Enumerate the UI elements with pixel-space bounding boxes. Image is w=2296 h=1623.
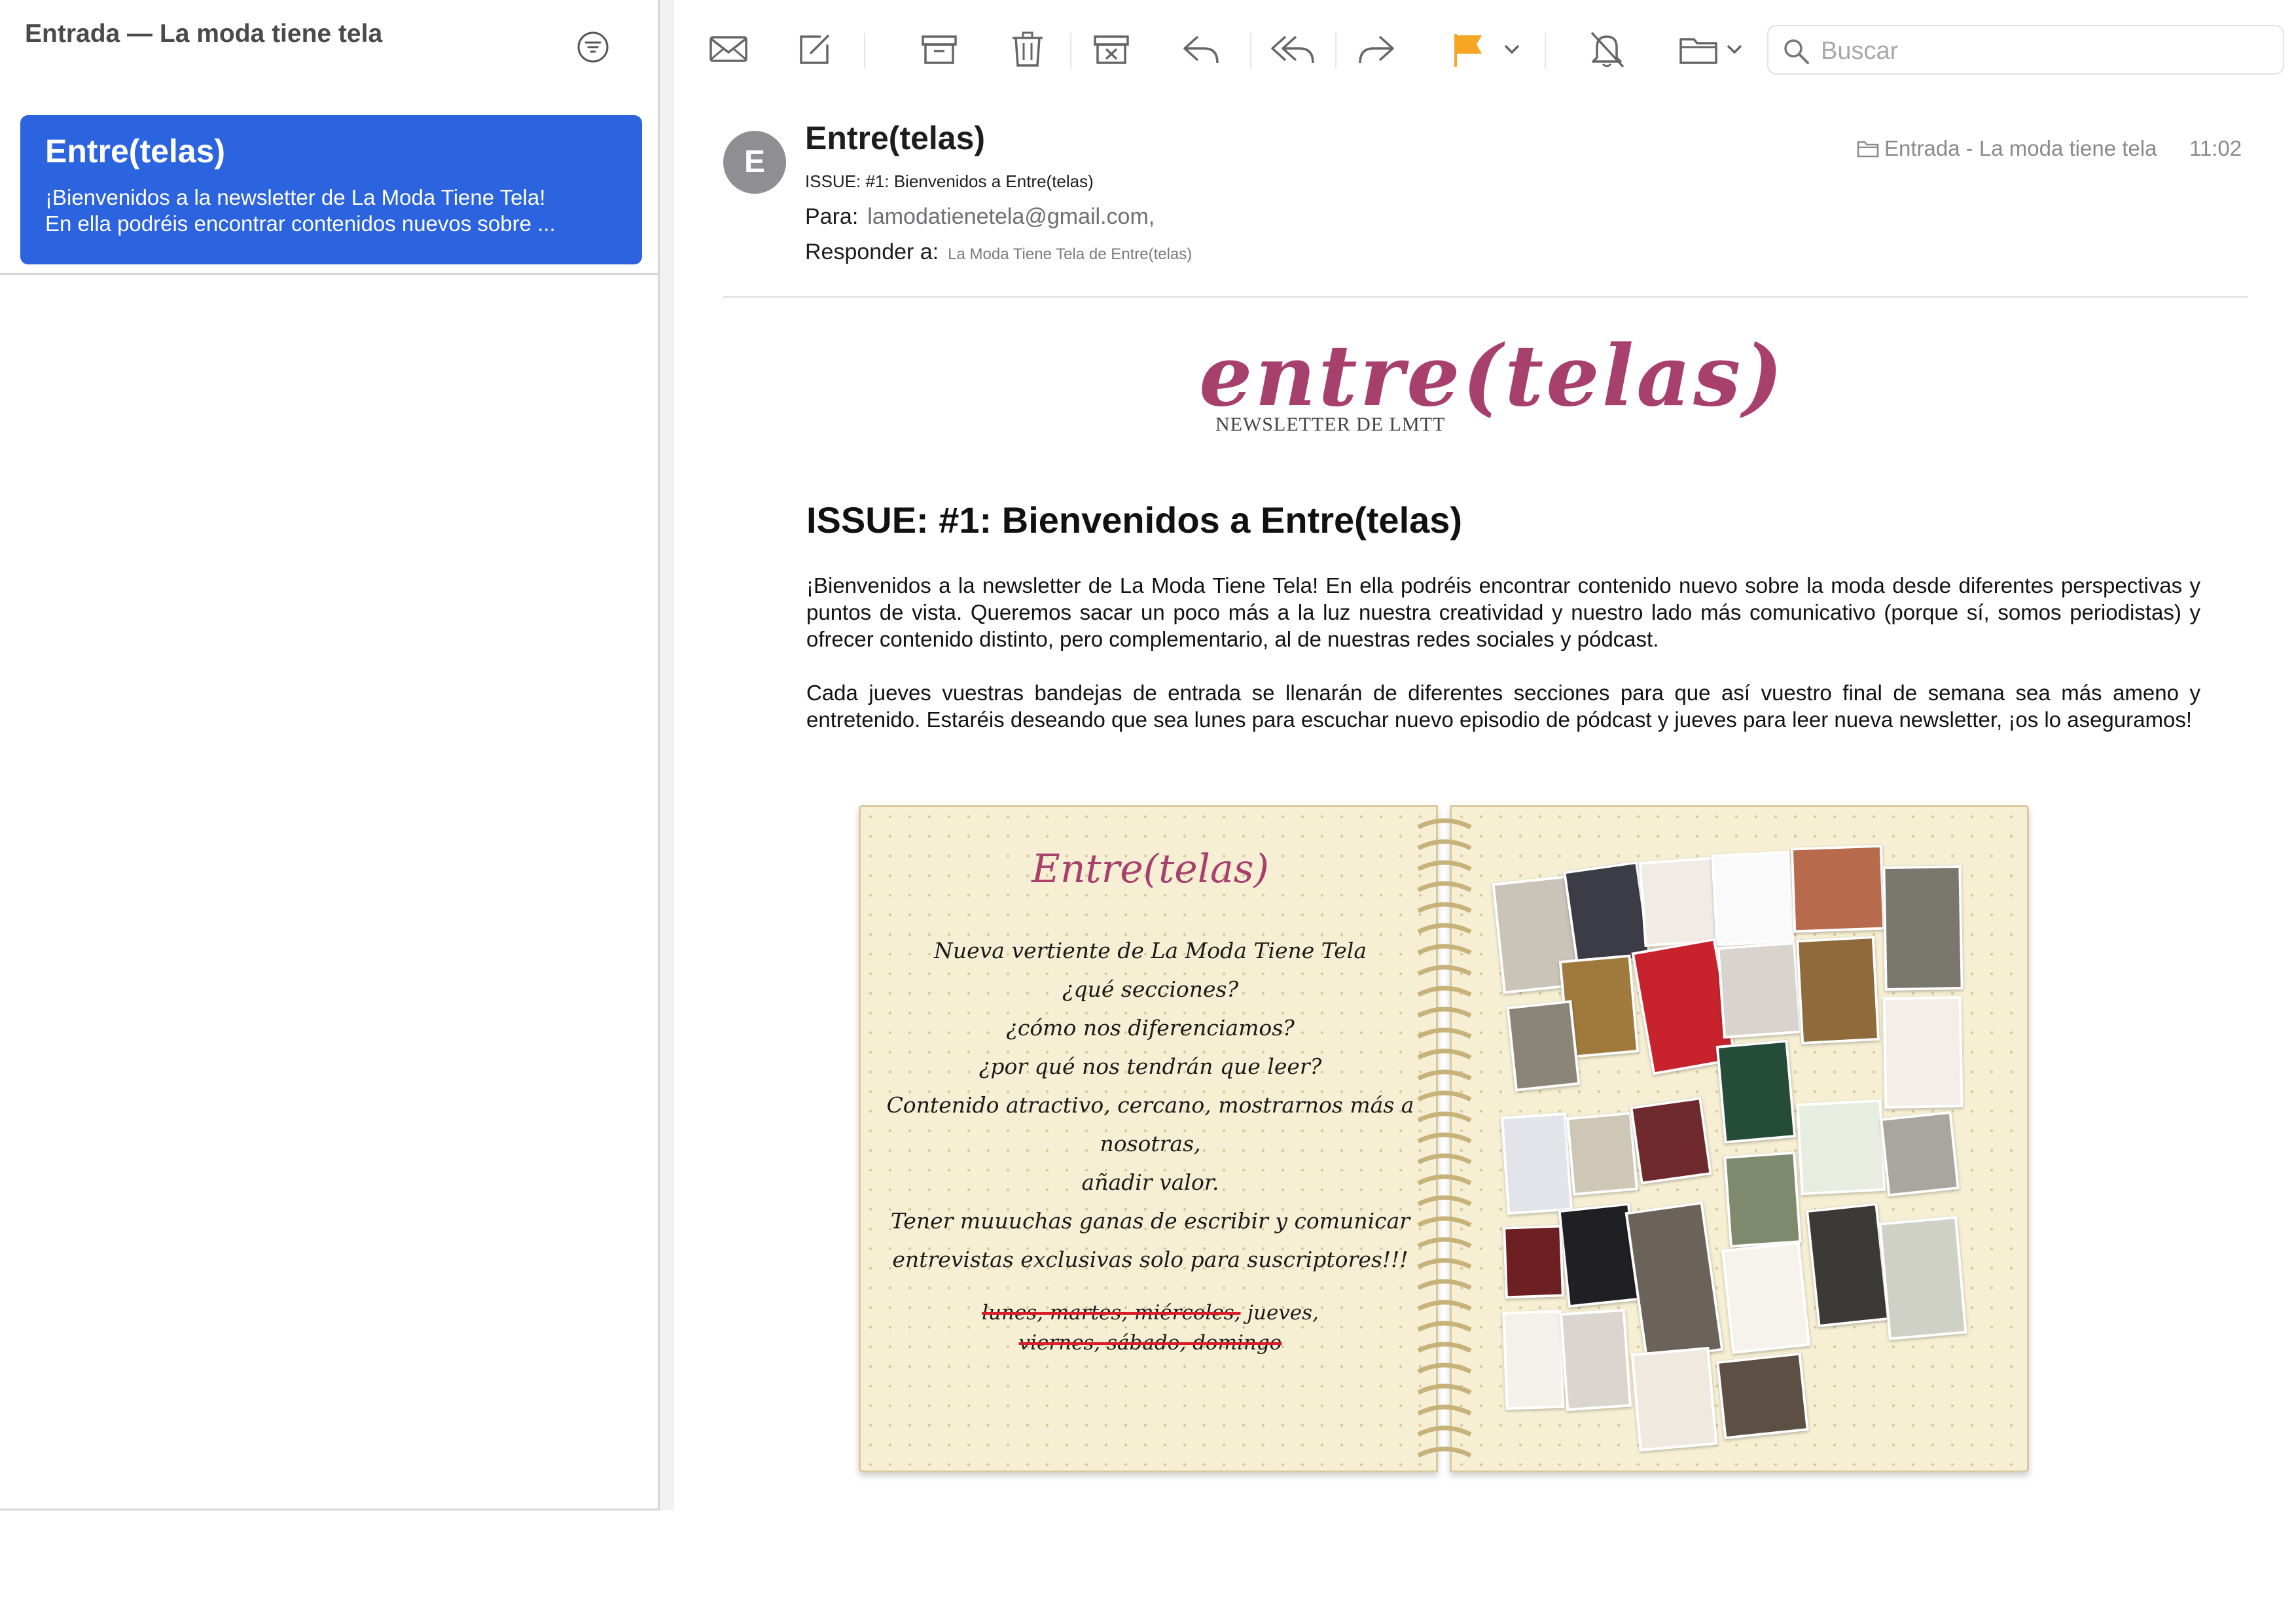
to-address[interactable]: lamodatienetela@gmail.com, [867, 204, 1155, 229]
collage-photo [1638, 856, 1723, 948]
notebook-line: Nueva vertiente de La Moda Tiene Tela [933, 938, 1367, 963]
search-input[interactable] [1820, 33, 2267, 69]
forward-icon[interactable] [1354, 26, 1399, 72]
collage-photo [1880, 1111, 1960, 1197]
notebook-line: Contenido atractivo, cercano, mostrarnos… [886, 1092, 1414, 1156]
folder-icon[interactable] [1676, 26, 1721, 72]
notebook-title: Entre(telas) [1031, 846, 1269, 892]
newsletter-title: ISSUE: #1: Bienvenidos a Entre(telas) [806, 499, 1463, 541]
notebook-spiral [1417, 818, 1472, 1458]
sender-avatar: E [723, 131, 786, 194]
collage-photo [1723, 1151, 1802, 1248]
notebook-lines: Nueva vertiente de La Moda Tiene Tela ¿q… [861, 931, 1440, 1279]
reply-to-row: Responder a: La Moda Tiene Tela de Entre(… [805, 240, 1192, 265]
toolbar [674, 0, 2296, 98]
chevron-down-icon[interactable] [1499, 26, 1525, 72]
message-time: 11:02 [2189, 136, 2242, 160]
toolbar-separator [1335, 33, 1336, 69]
message-list-preview-line-1: ¡Bienvenidos a la newsletter de La Moda … [45, 185, 546, 209]
collage-photo [1503, 1224, 1564, 1299]
collage-photo [1630, 1096, 1712, 1185]
collage-photo [1878, 1216, 1967, 1340]
to-row: Para: lamodatienetela@gmail.com, [805, 204, 1155, 230]
toolbar-separator [864, 33, 865, 69]
toolbar-separator [1250, 33, 1251, 69]
reply-all-icon[interactable] [1270, 26, 1316, 72]
message-list-header: Entrada — La moda tiene tela Entre(telas… [0, 0, 658, 275]
notebook-line: ¿por qué nos tendrán que leer? [978, 1054, 1322, 1079]
message-list-pane: Entrada — La moda tiene tela Entre(telas… [0, 0, 660, 1510]
notebook-image: Entre(telas) Nueva vertiente de La Moda … [859, 801, 2029, 1475]
collage-photo [1721, 1241, 1811, 1354]
toolbar-separator [1545, 33, 1546, 69]
message-header: E Entre(telas) ISSUE: #1: Bienvenidos a … [723, 118, 2248, 298]
collage-photo [1715, 1039, 1797, 1144]
search-icon [1784, 39, 1809, 64]
newsletter-logo: entre(telas) [1199, 327, 1785, 425]
collage-photo [1502, 1310, 1565, 1410]
compose-icon[interactable] [792, 26, 838, 72]
collage-photo [1500, 1112, 1573, 1215]
newsletter-paragraph-2: Cada jueves vuestras bandejas de entrada… [806, 681, 2200, 732]
collage-photo [1795, 935, 1880, 1045]
filter-icon[interactable] [576, 30, 610, 64]
reply-to-label: Responder a: [805, 240, 939, 264]
archive-icon[interactable] [916, 26, 962, 72]
collage-photo [1711, 850, 1795, 947]
toolbar-separator [1070, 33, 1071, 69]
pane-divider[interactable] [660, 0, 674, 1510]
search-field[interactable] [1767, 25, 2284, 75]
collage-photo [1630, 1347, 1718, 1452]
flag-icon[interactable] [1445, 26, 1491, 72]
message-sender[interactable]: Entre(telas) [805, 119, 985, 157]
message-list-item[interactable]: Entre(telas) ¡Bienvenidos a la newslette… [20, 115, 642, 264]
collage-photo [1790, 844, 1886, 933]
collage-photo [1716, 1352, 1809, 1440]
message-folder-label: Entrada - La moda tiene tela [1884, 136, 2157, 160]
envelope-icon[interactable] [706, 26, 751, 72]
message-list-preview-line-2: En ella podréis encontrar contenidos nue… [45, 211, 556, 236]
moodboard-collage [1491, 840, 1988, 1452]
collage-photo [1559, 1308, 1632, 1412]
message-list-sender: Entre(telas) [45, 133, 226, 169]
mailbox-title: Entrada — La moda tiene tela [25, 20, 383, 48]
collage-photo [1882, 865, 1964, 991]
notebook-line: entrevistas exclusivas solo para suscrip… [892, 1247, 1408, 1272]
notebook-line: añadir valor. [1081, 1169, 1219, 1195]
reply-to-address[interactable]: La Moda Tiene Tela de Entre(telas) [948, 245, 1192, 263]
folder-chevron-down-icon[interactable] [1721, 26, 1748, 72]
newsletter-logo-subtitle: NEWSLETTER DE LMTT [1215, 414, 1446, 435]
newsletter-paragraph-1: ¡Bienvenidos a la newsletter de La Moda … [806, 573, 2200, 651]
collage-photo [1506, 1000, 1581, 1092]
collage-photo [1882, 995, 1964, 1109]
days-struck-2: viernes, sábado, domingo [1018, 1331, 1282, 1355]
trash-icon[interactable] [1005, 26, 1050, 72]
notebook-left-page: Entre(telas) Nueva vertiente de La Moda … [859, 805, 1438, 1472]
notebook-days: lunes, martes, miércoles, jueves, vierne… [861, 1298, 1440, 1358]
collage-photo [1805, 1202, 1890, 1328]
collage-photo [1624, 1201, 1724, 1362]
notebook-line: ¿cómo nos diferenciamos? [1006, 1015, 1295, 1041]
collage-photo [1717, 941, 1802, 1039]
notebook-right-page [1450, 805, 2029, 1472]
folder-small-icon [1857, 141, 1879, 158]
reply-icon[interactable] [1178, 26, 1224, 72]
days-kept: jueves, [1247, 1301, 1319, 1325]
message-subject: ISSUE: #1: Bienvenidos a Entre(telas) [805, 171, 1094, 191]
message-folder[interactable]: Entrada - La moda tiene tela [1857, 136, 2157, 161]
notebook-line: ¿qué secciones? [1062, 976, 1239, 1002]
mute-bell-icon[interactable] [1584, 26, 1630, 72]
notebook-line: Tener muuuchas ganas de escribir y comun… [890, 1208, 1410, 1234]
collage-photo [1566, 1111, 1639, 1196]
junk-icon[interactable] [1088, 26, 1134, 72]
days-struck-1: lunes, martes, miércoles, [982, 1301, 1241, 1325]
collage-photo [1796, 1099, 1886, 1196]
to-label: Para: [805, 204, 859, 229]
